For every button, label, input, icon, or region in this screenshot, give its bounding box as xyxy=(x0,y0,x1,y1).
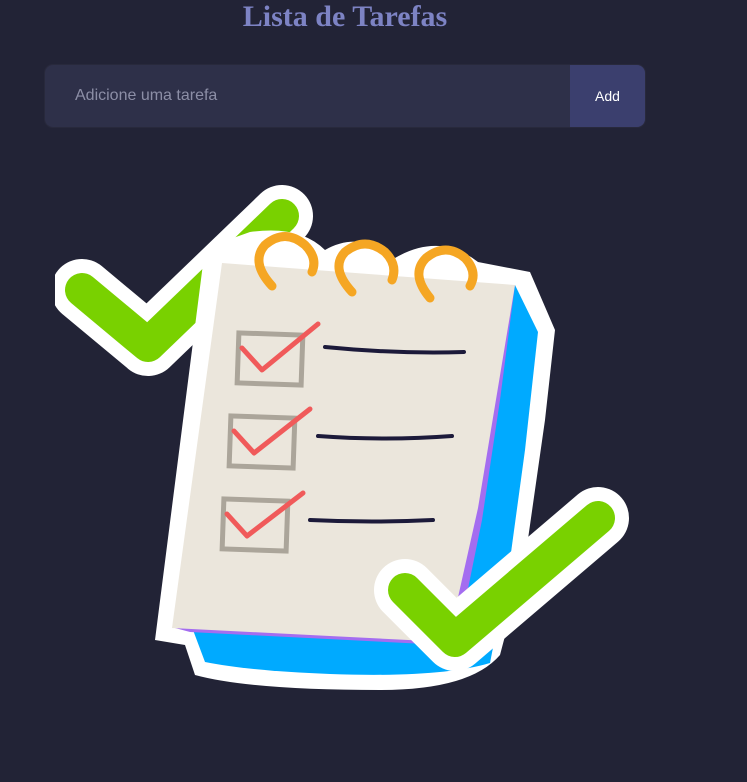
checklist-notepad-illustration xyxy=(55,185,629,690)
add-button[interactable]: Add xyxy=(570,65,645,127)
page-title: Lista de Tarefas xyxy=(242,0,448,33)
add-task-form: Add xyxy=(45,65,645,127)
task-input[interactable] xyxy=(45,65,570,127)
